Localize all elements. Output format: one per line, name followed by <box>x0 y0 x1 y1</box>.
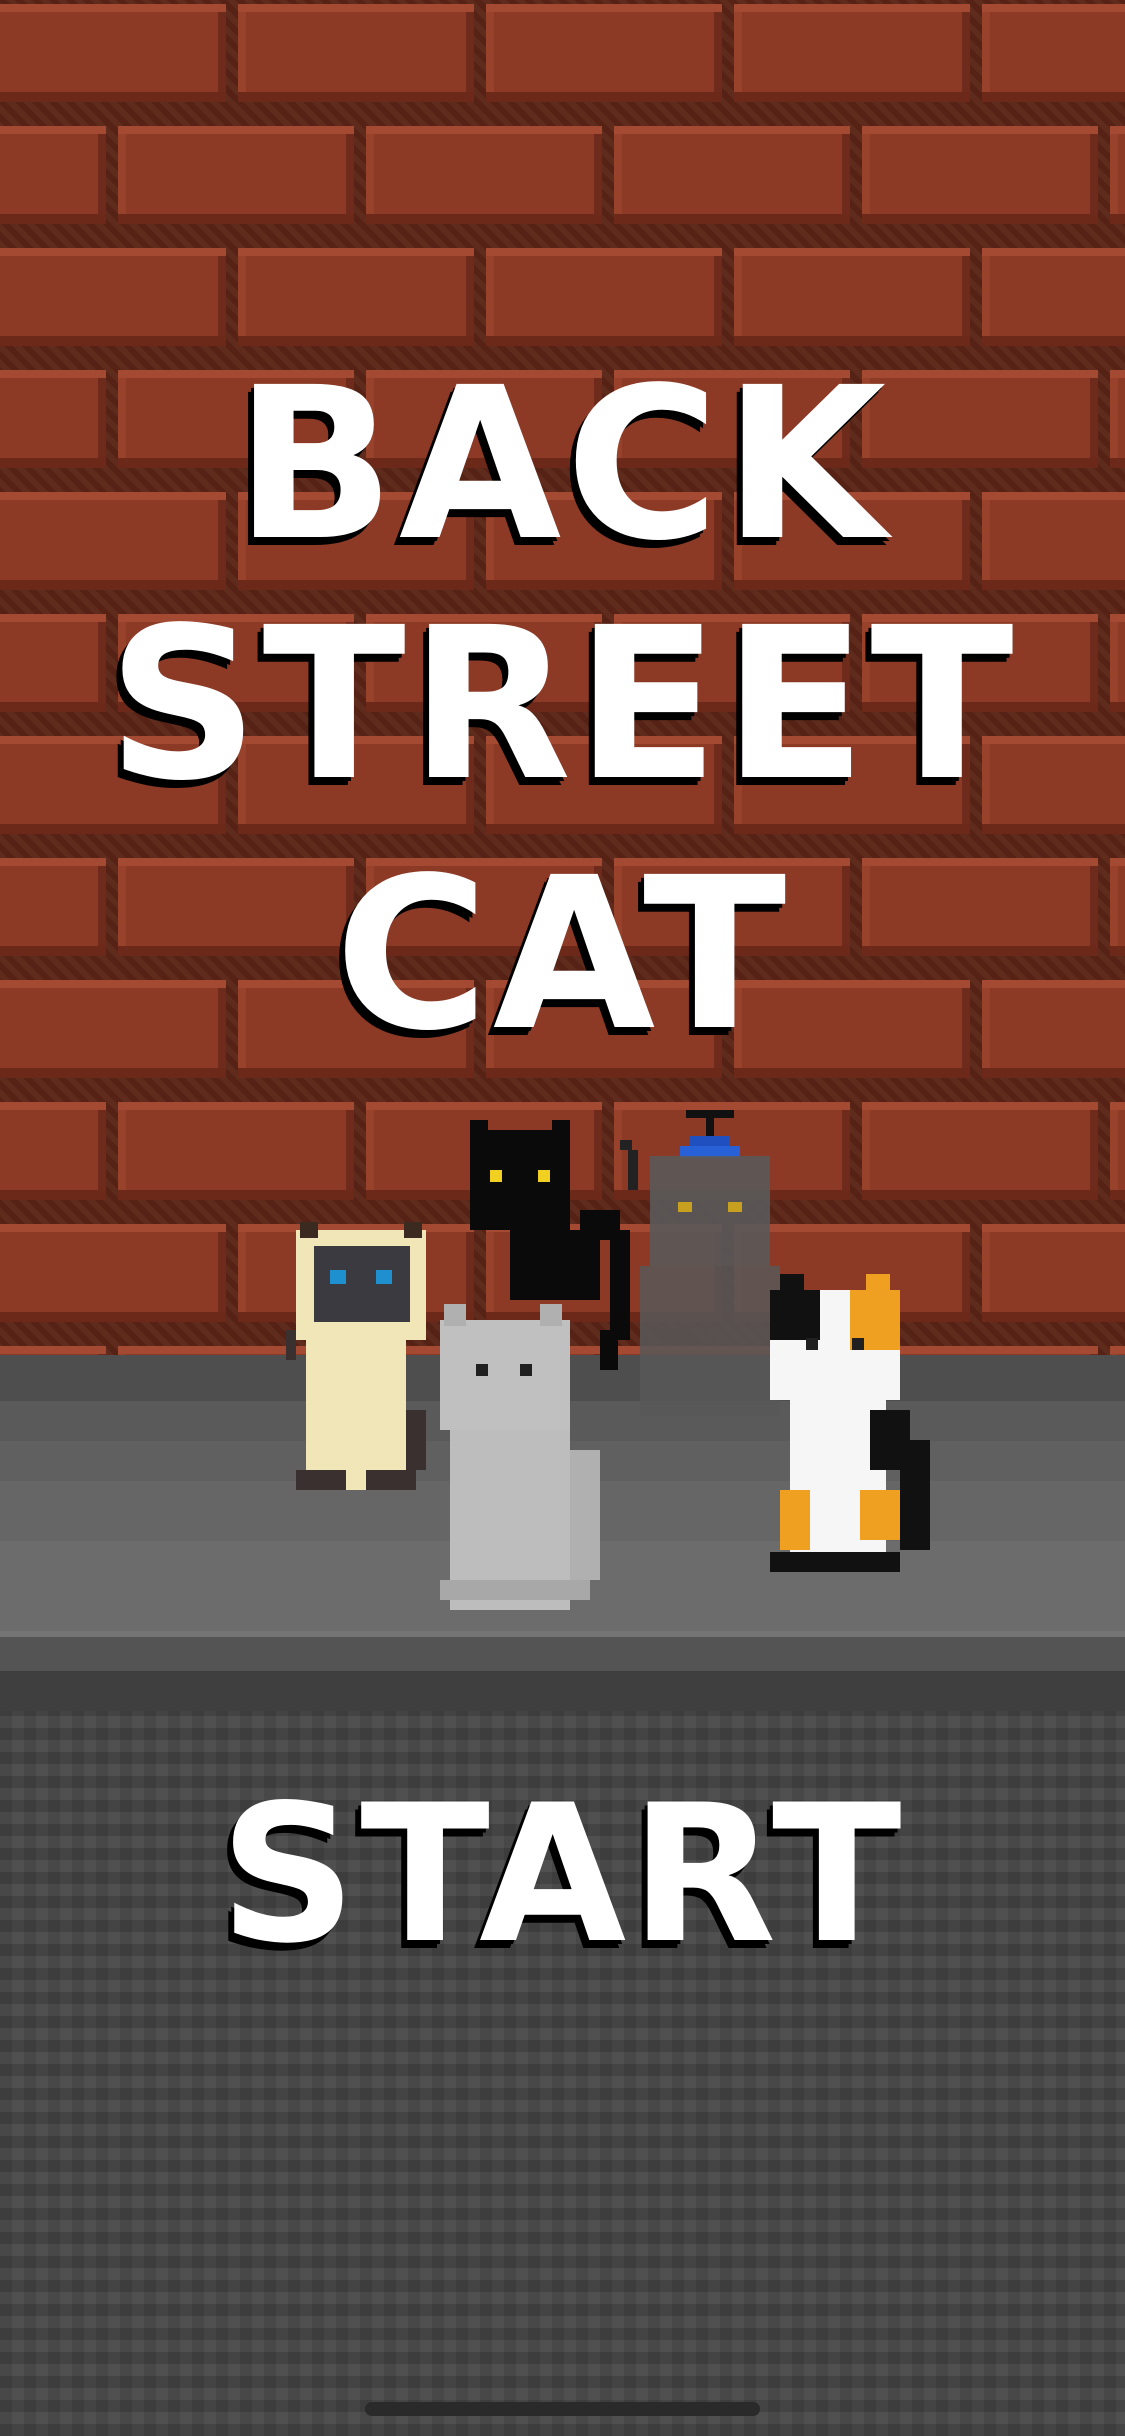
brick <box>238 248 474 346</box>
brick <box>734 4 970 102</box>
brick <box>0 4 226 102</box>
calico-cat-eye-right <box>852 1338 864 1350</box>
gray-cat-eye-left <box>476 1364 488 1376</box>
curb-shadow <box>0 1671 1125 1711</box>
brick <box>0 126 106 224</box>
ghost-cat-eye-right <box>728 1202 742 1212</box>
gray-ghost-cat <box>620 1110 780 1416</box>
game-title-line-2: STREET <box>107 582 1018 827</box>
brick <box>614 126 850 224</box>
calico-cat <box>770 1274 930 1572</box>
brick <box>238 4 474 102</box>
brick <box>982 248 1125 346</box>
game-title-line-3: CAT <box>334 832 791 1077</box>
siamese-cat-eye-left <box>330 1270 346 1284</box>
black-cat-eye-right <box>538 1170 550 1182</box>
brick <box>862 126 1098 224</box>
cat-group <box>286 1110 930 1610</box>
brick <box>0 248 226 346</box>
brick <box>366 126 602 224</box>
brick <box>1110 126 1125 224</box>
light-gray-cat <box>440 1304 600 1610</box>
ghost-cat-eye-left <box>678 1202 692 1212</box>
black-cat-eye-left <box>490 1170 502 1182</box>
brick <box>486 4 722 102</box>
start-button[interactable]: START <box>0 1780 1125 1970</box>
game-screen: BACK STREET CAT START <box>0 0 1125 2436</box>
game-title-line-1: BACK <box>234 342 891 587</box>
home-indicator[interactable] <box>365 2402 760 2416</box>
brick <box>734 248 970 346</box>
calico-cat-eye-left <box>806 1338 818 1350</box>
curb <box>0 1631 1125 1671</box>
siamese-cat-eye-right <box>376 1270 392 1284</box>
siamese-cat <box>286 1222 426 1490</box>
brick <box>982 4 1125 102</box>
brick <box>486 248 722 346</box>
gray-cat-eye-right <box>520 1364 532 1376</box>
brick <box>118 126 354 224</box>
